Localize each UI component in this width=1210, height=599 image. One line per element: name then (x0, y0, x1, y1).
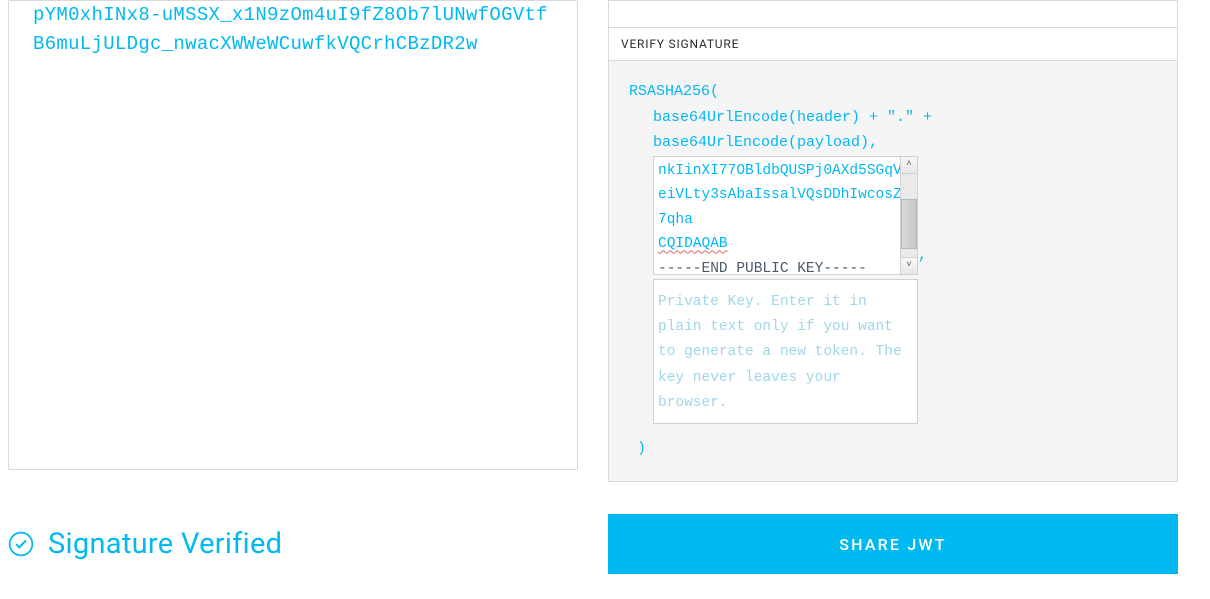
public-key-line: CQIDAQAB (658, 232, 896, 257)
signature-status: Signature Verified (8, 527, 578, 561)
scroll-track[interactable] (901, 174, 917, 257)
share-jwt-button[interactable]: SHARE JWT (608, 514, 1178, 574)
signature-header-encode-line: base64UrlEncode(header) + "." + (623, 105, 1163, 131)
verify-signature-section: VERIFY SIGNATURE RSASHA256( base64UrlEnc… (608, 27, 1178, 482)
scroll-thumb[interactable] (901, 199, 917, 249)
closing-paren: ) (623, 436, 1163, 462)
private-key-placeholder: Private Key. Enter it in plain text only… (658, 294, 902, 412)
signature-verified-text: Signature Verified (48, 527, 282, 561)
public-key-end-line: -----END PUBLIC KEY----- (658, 257, 896, 273)
public-key-content[interactable]: nkIinXI77OBldbQUSPj0AXd5SGqV0y eiVLty3sA… (654, 157, 900, 274)
public-key-line: nkIinXI77OBldbQUSPj0AXd5SGqV0y (658, 159, 896, 184)
verify-signature-body: RSASHA256( base64UrlEncode(header) + "."… (609, 61, 1177, 481)
verify-signature-header: VERIFY SIGNATURE (609, 28, 1177, 61)
comma-separator: , (918, 243, 927, 275)
scroll-up-button[interactable]: ˄ (901, 157, 917, 174)
public-key-scrollbar[interactable]: ˄ ˅ (900, 157, 917, 274)
signature-payload-encode-line: base64UrlEncode(payload), (623, 130, 1163, 156)
check-circle-icon (8, 531, 34, 557)
scroll-down-button[interactable]: ˅ (901, 257, 917, 274)
encoded-token-signature[interactable]: pYM0xhINx8-uMSSX_x1N9zOm4uI9fZ8Ob7lUNwfO… (33, 1, 553, 60)
signature-algo-line: RSASHA256( (623, 79, 1163, 105)
encoded-token-panel: pYM0xhINx8-uMSSX_x1N9zOm4uI9fZ8Ob7lUNwfO… (8, 0, 578, 470)
public-key-input[interactable]: nkIinXI77OBldbQUSPj0AXd5SGqV0y eiVLty3sA… (653, 156, 918, 275)
public-key-line: 7qha (658, 208, 896, 233)
payload-section-bottom-edge (608, 0, 1178, 27)
public-key-line: eiVLty3sAbaIssalVQsDDhIwcosZt2 (658, 183, 896, 208)
private-key-input[interactable]: Private Key. Enter it in plain text only… (653, 279, 918, 424)
chevron-down-icon: ˅ (906, 258, 911, 273)
decoded-panel: VERIFY SIGNATURE RSASHA256( base64UrlEnc… (608, 0, 1178, 482)
chevron-up-icon: ˄ (906, 157, 911, 172)
